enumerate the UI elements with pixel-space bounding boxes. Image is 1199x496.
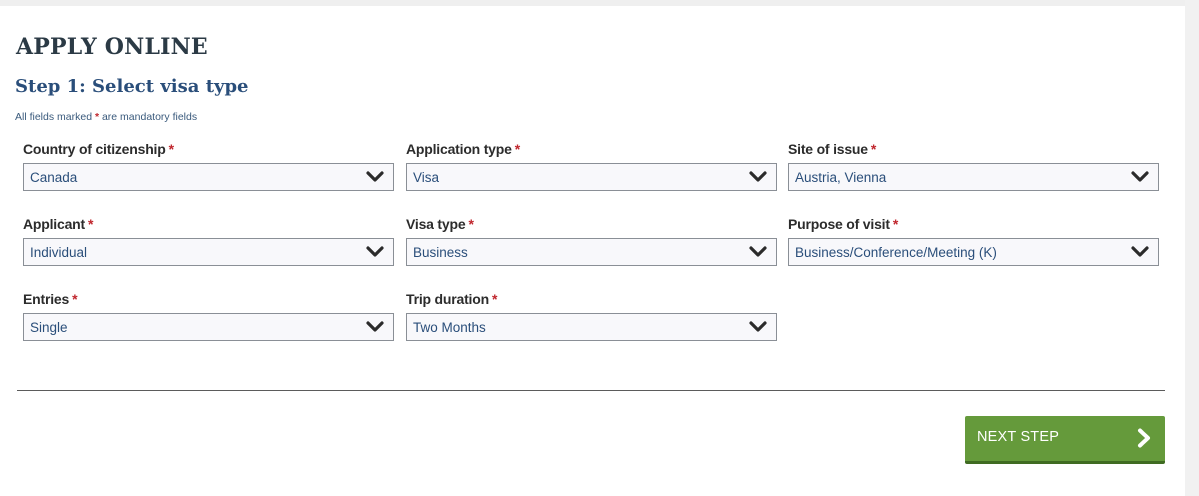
purpose-of-visit-select[interactable]: Business/Conference/Meeting (K) [788,238,1159,266]
mandatory-note-text-end: are mandatory fields [101,111,198,123]
field-label: Trip duration * [406,290,777,308]
page-title: APPLY ONLINE [16,34,208,60]
site-of-issue-select[interactable]: Austria, Vienna [788,163,1159,191]
purpose-of-visit-field: Purpose of visit * Business/Conference/Me… [788,215,1159,266]
step-title: Step 1: Select visa type [15,76,249,97]
select-value: Single [30,320,68,335]
chevron-down-icon [1131,246,1149,257]
chevron-down-icon [749,246,767,257]
required-marker: * [94,111,100,123]
entries-select[interactable]: Single [23,313,394,341]
mandatory-note-text: All fields marked [15,111,93,123]
field-label-text: Application type [406,141,512,157]
chevron-down-icon [1131,171,1149,182]
select-value: Canada [30,170,78,185]
required-marker: * [514,141,520,157]
applicant-select[interactable]: Individual [23,238,394,266]
field-label: Entries * [23,290,394,308]
chevron-down-icon [749,321,767,332]
field-label-text: Site of issue [788,141,868,157]
field-label-text: Applicant [23,216,85,232]
select-value: Business/Conference/Meeting (K) [795,245,997,260]
site-of-issue-field: Site of issue * Austria, Vienna [788,140,1159,191]
field-label: Visa type * [406,215,777,233]
select-value: Two Months [413,320,486,335]
field-label: Applicant * [23,215,394,233]
field-label: Application type * [406,140,777,158]
field-label-text: Purpose of visit [788,216,890,232]
trip-duration-select[interactable]: Two Months [406,313,777,341]
chevron-down-icon [366,171,384,182]
required-marker: * [870,141,877,157]
visa-type-field: Visa type * Business [406,215,777,266]
section-divider [17,390,1165,391]
chevron-down-icon [366,321,384,332]
application-type-field: Application type * Visa [406,140,777,191]
field-label-text: Entries [23,291,70,307]
trip-duration-field: Trip duration * Two Months [406,290,777,341]
required-marker: * [468,216,474,232]
applicant-field: Applicant * Individual [23,215,394,266]
select-value: Business [413,245,468,260]
field-label: Purpose of visit * [788,215,1159,233]
field-label-text: Country of citizenship [23,141,166,157]
select-value: Austria, Vienna [795,170,887,185]
select-value: Individual [30,245,88,260]
field-label-text: Visa type [406,216,466,232]
chevron-right-icon [1138,428,1150,448]
required-marker: * [892,216,899,232]
mandatory-note: All fields marked * are mandatory fields [15,111,197,123]
application-type-select[interactable]: Visa [406,163,777,191]
field-label-text: Trip duration [406,291,489,307]
required-marker: * [87,216,94,232]
field-label: Country of citizenship * [23,140,394,158]
country-of-citizenship-select[interactable]: Canada [23,163,394,191]
scrollbar-track[interactable] [1185,0,1199,496]
entries-field: Entries * Single [23,290,394,341]
chevron-down-icon [749,171,767,182]
required-marker: * [491,291,498,307]
visa-type-select[interactable]: Business [406,238,777,266]
next-step-button[interactable]: NEXT STEP [965,416,1165,464]
field-label: Site of issue * [788,140,1159,158]
select-value: Visa [413,170,440,185]
chevron-down-icon [366,246,384,257]
required-marker: * [72,291,78,307]
country-of-citizenship-field: Country of citizenship * Canada [23,140,394,191]
required-marker: * [168,141,174,157]
next-step-label: NEXT STEP [977,429,1060,445]
